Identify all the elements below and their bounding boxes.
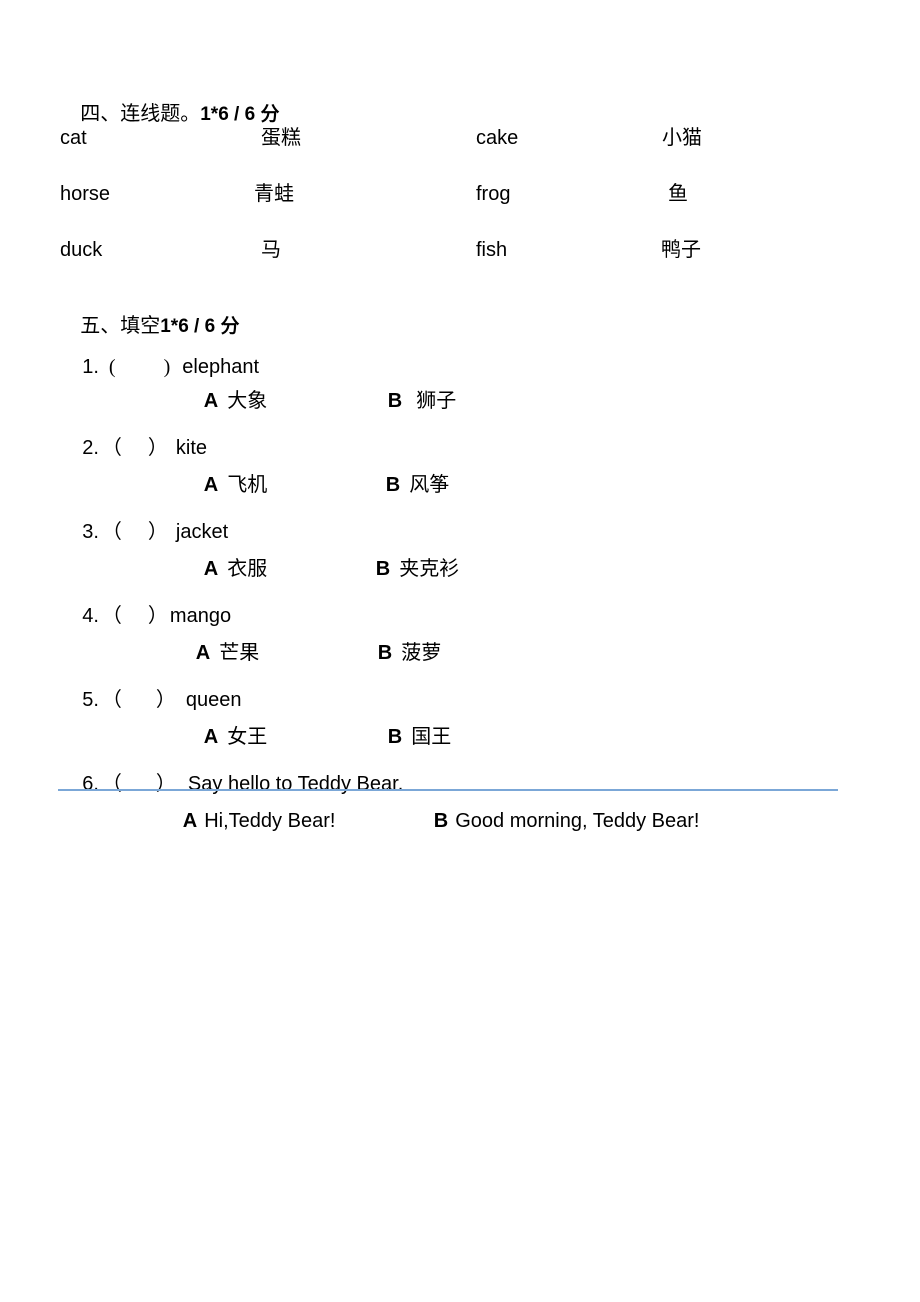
question-2-number: 2. — [82, 437, 99, 459]
question-1-option-b-letter: B — [387, 390, 403, 412]
question-4-option-a-letter: A — [195, 642, 211, 664]
question-4-option-a-text: 芒果 — [219, 642, 260, 664]
question-6-option-a: A Hi,Teddy Bear! — [165, 795, 336, 847]
match-row-1-col-2: 蛋糕 — [261, 127, 301, 149]
question-3-prompt: jacket — [175, 521, 229, 543]
question-2-option-a-letter: A — [203, 474, 219, 496]
question-6-option-b-text: Good morning, Teddy Bear! — [455, 810, 700, 832]
match-row-1-col-4: 小猫 — [662, 127, 702, 149]
section-four-heading-score: 1*6 / 6 分 — [200, 104, 280, 125]
question-5-prompt: queen — [185, 689, 242, 711]
question-2-prompt: kite — [175, 437, 208, 459]
section-four-heading-label: 四、连线题。 — [80, 103, 201, 125]
question-1-paren-open: ( — [108, 356, 116, 378]
question-2-option-b-text: 风筝 — [409, 474, 450, 496]
question-3-paren-open: （ — [101, 521, 122, 543]
question-1-number: 1. — [82, 356, 99, 378]
question-1-option-a-text: 大象 — [227, 390, 268, 412]
question-5-option-b-letter: B — [387, 726, 403, 748]
question-5-option-a-text: 女王 — [227, 726, 268, 748]
question-1-paren-close: ) — [163, 356, 171, 378]
section-five-heading-label: 五、填空 — [80, 315, 161, 337]
question-4-number: 4. — [82, 605, 99, 627]
question-3-option-a-text: 衣服 — [227, 558, 268, 580]
question-2-paren-close: ） — [147, 437, 168, 459]
document-page: 四、连线题。1*6 / 6 分 cat 蛋糕 cake 小猫 horse 青蛙 … — [0, 0, 920, 1302]
question-3-option-b-text: 夹克衫 — [399, 558, 460, 580]
match-row-2-col-3: frog — [476, 183, 511, 205]
question-4-option-b-letter: B — [377, 642, 393, 664]
question-4-option-b-text: 菠萝 — [401, 642, 442, 664]
question-5-paren-close: ） — [155, 689, 176, 711]
question-3-option-a-letter: A — [203, 558, 219, 580]
question-1-option-b: B 狮子 — [370, 375, 456, 427]
question-1-option-a-letter: A — [203, 390, 219, 412]
question-5-option-b-text: 国王 — [411, 726, 452, 748]
question-3-number: 3. — [82, 521, 99, 543]
match-row-2-col-4: 鱼 — [668, 183, 688, 205]
question-6-number: 6. — [82, 773, 99, 795]
question-6-paren-close: ） — [155, 773, 176, 795]
match-row-2-col-1: horse — [60, 183, 111, 205]
question-4-prompt: mango — [169, 605, 232, 627]
question-6-option-b: B Good morning, Teddy Bear! — [416, 795, 700, 847]
question-3-option-b: B 夹克衫 — [358, 543, 459, 595]
match-row-3-col-4: 鸭子 — [661, 239, 701, 261]
question-5-option-a-letter: A — [203, 726, 219, 748]
match-row-1-col-3: cake — [476, 127, 519, 149]
horizontal-rule — [58, 789, 838, 791]
question-2-paren-open: （ — [101, 437, 122, 459]
match-row-3-col-1: duck — [60, 239, 103, 261]
question-2-option-b: B 风筝 — [368, 459, 449, 511]
section-four-heading: 四、连线题。1*6 / 6 分 — [58, 84, 279, 144]
question-2: 2. （ ） kite — [60, 418, 207, 478]
match-row-3-col-2: 马 — [261, 239, 281, 261]
match-row-3-col-3: fish — [476, 239, 508, 261]
question-6-prompt: Say hello to Teddy Bear. — [187, 773, 404, 795]
question-6-paren-open: （ — [101, 773, 122, 795]
question-4-paren-close: ） — [147, 605, 168, 627]
question-3-paren-close: ） — [147, 521, 168, 543]
section-five-heading-score: 1*6 / 6 分 — [160, 316, 240, 337]
question-1-option-b-text: 狮子 — [416, 390, 457, 412]
question-5-number: 5. — [82, 689, 99, 711]
question-5-paren-open: （ — [101, 689, 122, 711]
question-4-paren-open: （ — [101, 605, 122, 627]
question-6-option-a-text: Hi,Teddy Bear! — [204, 810, 336, 832]
match-row-1-col-1: cat — [60, 127, 87, 149]
question-2-option-a-text: 飞机 — [227, 474, 268, 496]
question-4-option-b: B 菠萝 — [360, 627, 441, 679]
match-row-2-col-2: 青蛙 — [254, 183, 294, 205]
question-6-option-b-letter: B — [433, 810, 449, 832]
question-6-option-a-letter: A — [182, 810, 198, 832]
question-3-option-b-letter: B — [375, 558, 391, 580]
question-2-option-b-letter: B — [385, 474, 401, 496]
